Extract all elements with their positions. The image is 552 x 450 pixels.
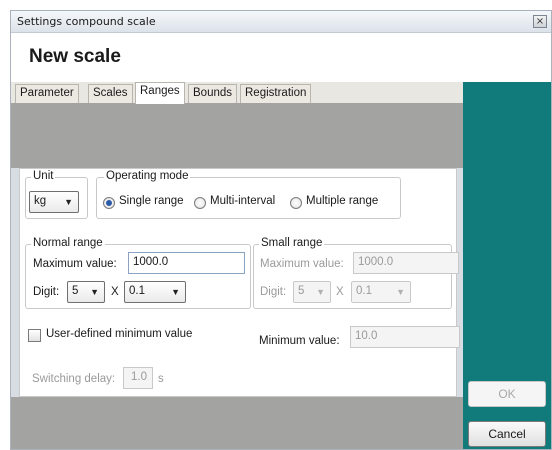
switching-delay-label: Switching delay: bbox=[32, 373, 116, 385]
small-max-input[interactable]: 1000.0 bbox=[353, 252, 459, 274]
tab-scales[interactable]: Scales bbox=[88, 84, 133, 103]
chevron-down-icon: ▼ bbox=[64, 197, 73, 207]
tab-strip: Parameter Scales Ranges Bounds Registrat… bbox=[11, 82, 463, 104]
unit-legend: Unit bbox=[31, 170, 56, 182]
page-title: New scale bbox=[29, 46, 121, 67]
radio-multiple-range-label: Multiple range bbox=[306, 195, 379, 207]
tab-registration[interactable]: Registration bbox=[240, 84, 312, 103]
operating-mode-legend: Operating mode bbox=[104, 170, 191, 182]
minimum-value-input[interactable]: 10.0 bbox=[350, 326, 460, 348]
minimum-value-label: Minimum value: bbox=[259, 335, 340, 347]
chevron-down-icon: ▼ bbox=[90, 287, 99, 297]
window-title: Settings compound scale bbox=[17, 15, 156, 28]
unit-select-value: kg bbox=[34, 195, 47, 207]
chevron-down-icon: ▼ bbox=[396, 287, 405, 297]
radio-single-range[interactable] bbox=[103, 197, 115, 209]
radio-multi-interval[interactable] bbox=[194, 197, 206, 209]
chevron-down-icon: ▼ bbox=[316, 287, 325, 297]
tab-ranges[interactable]: Ranges bbox=[135, 82, 185, 104]
title-bar: Settings compound scale × bbox=[11, 11, 551, 33]
normal-max-label: Maximum value: bbox=[33, 258, 117, 270]
small-step-select[interactable]: 0.1 ▼ bbox=[351, 281, 411, 303]
action-panel: OK Cancel bbox=[463, 82, 551, 449]
normal-digit-value: 5 bbox=[72, 285, 79, 297]
small-range-legend: Small range bbox=[259, 237, 325, 249]
normal-range-legend: Normal range bbox=[31, 237, 105, 249]
radio-single-range-label: Single range bbox=[119, 195, 184, 207]
small-digit-value: 5 bbox=[298, 285, 305, 297]
normal-step-value: 0.1 bbox=[129, 285, 145, 297]
page-header: New scale bbox=[11, 33, 551, 82]
user-min-label: User-defined minimum value bbox=[46, 328, 193, 340]
tab-parameter[interactable]: Parameter bbox=[15, 84, 79, 103]
settings-window: Settings compound scale × New scale Para… bbox=[10, 10, 552, 450]
ranges-panel: Unit kg ▼ Operating mode Single range Mu… bbox=[19, 168, 460, 397]
content-area-top bbox=[11, 103, 463, 168]
small-max-label: Maximum value: bbox=[260, 258, 344, 270]
normal-digit-select[interactable]: 5 ▼ bbox=[67, 281, 105, 303]
normal-times-label: X bbox=[111, 286, 119, 298]
normal-digit-label: Digit: bbox=[33, 286, 60, 298]
small-step-value: 0.1 bbox=[356, 285, 372, 297]
chevron-down-icon: ▼ bbox=[171, 287, 180, 297]
ok-button[interactable]: OK bbox=[468, 381, 546, 407]
cancel-button[interactable]: Cancel bbox=[468, 421, 546, 447]
tab-bounds[interactable]: Bounds bbox=[188, 84, 238, 103]
unit-select[interactable]: kg ▼ bbox=[29, 191, 79, 213]
radio-multi-interval-label: Multi-interval bbox=[210, 195, 276, 207]
content-area-bottom bbox=[11, 397, 463, 449]
small-digit-select[interactable]: 5 ▼ bbox=[293, 281, 331, 303]
normal-step-select[interactable]: 0.1 ▼ bbox=[124, 281, 186, 303]
small-times-label: X bbox=[336, 286, 344, 298]
user-min-checkbox[interactable] bbox=[28, 329, 41, 342]
radio-multiple-range[interactable] bbox=[290, 197, 302, 209]
normal-max-input[interactable]: 1000.0 bbox=[128, 252, 245, 274]
close-icon[interactable]: × bbox=[533, 15, 547, 28]
switching-delay-input[interactable]: 1.0 bbox=[123, 367, 153, 389]
switching-delay-unit: s bbox=[158, 373, 164, 385]
small-digit-label: Digit: bbox=[260, 286, 287, 298]
